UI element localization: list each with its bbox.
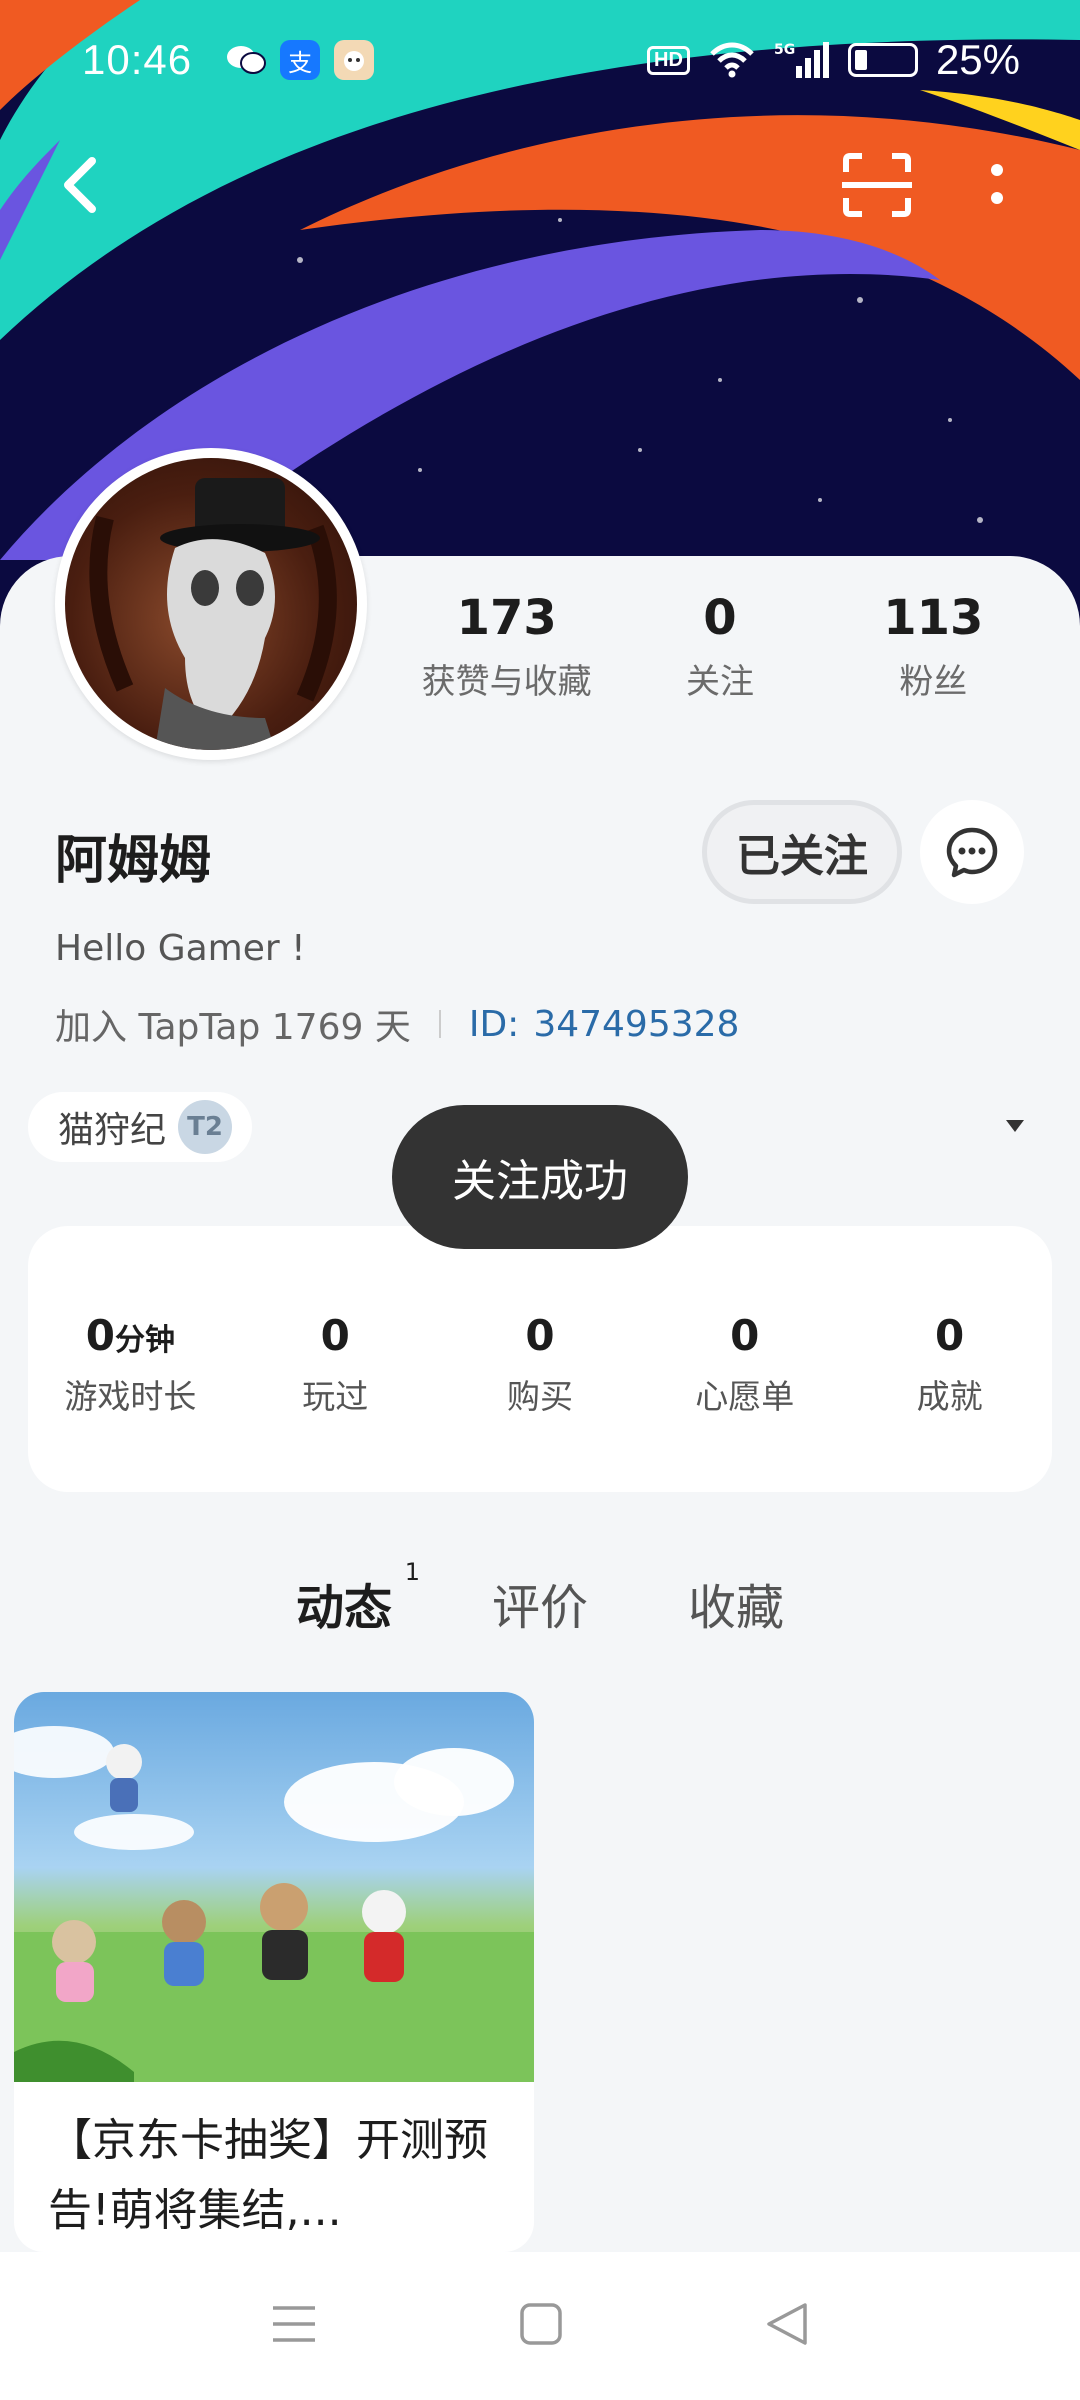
gstat-wishlist-label: 心愿单 [695, 1376, 795, 1416]
toast-message: 关注成功 [392, 1105, 688, 1249]
meta-divider [438, 1010, 441, 1038]
user-id-label: ID: [468, 1003, 520, 1045]
home-square-icon [520, 2303, 562, 2345]
gstat-achievements-label: 成就 [916, 1376, 983, 1416]
gstat-played-value: 0 [320, 1310, 350, 1360]
tab-reviews-label: 评价 [491, 1580, 588, 1636]
hd-icon: HD [647, 45, 690, 75]
profile-stats: 173 获赞与收藏 0 关注 113 粉丝 [400, 590, 1040, 703]
gstat-played-label: 玩过 [302, 1376, 369, 1416]
gstat-played[interactable]: 0 玩过 [233, 1311, 438, 1418]
gstat-wishlist[interactable]: 0 心愿单 [642, 1311, 847, 1418]
stat-following-label: 关注 [685, 662, 754, 702]
game-tag-chip[interactable]: 猫狩纪 T2 [28, 1092, 253, 1162]
tab-favorites[interactable]: 收藏 [638, 1568, 834, 1638]
tab-moments[interactable]: 动态 1 [246, 1558, 442, 1638]
stat-followers[interactable]: 113 粉丝 [827, 590, 1040, 703]
stat-likes[interactable]: 173 获赞与收藏 [400, 590, 613, 703]
svg-text:5G: 5G [774, 42, 795, 58]
game-tag-label: 猫狩纪 [58, 1110, 167, 1151]
gstat-playtime[interactable]: 0分钟 游戏时长 [28, 1311, 233, 1418]
menu-button[interactable] [271, 2304, 317, 2348]
wechat-icon [226, 40, 267, 80]
message-button[interactable] [920, 800, 1024, 904]
user-id-value: 347495328 [533, 1003, 740, 1045]
alipay-icon: 支 [280, 40, 321, 80]
dropdown-caret-icon[interactable] [1006, 1120, 1024, 1132]
system-nav-bar [0, 2252, 1080, 2400]
back-button[interactable] [36, 140, 126, 230]
gstat-playtime-label: 游戏时长 [64, 1376, 197, 1416]
profile-bio: Hello Gamer ! [55, 928, 306, 969]
gstat-purchased-label: 购买 [506, 1376, 573, 1416]
level-badge-icon: T2 [178, 1100, 233, 1154]
status-time: 10:46 [82, 36, 193, 83]
app-icon [334, 40, 375, 80]
stat-likes-value: 173 [456, 590, 557, 646]
wifi-icon [710, 42, 754, 78]
more-button[interactable] [952, 140, 1042, 230]
battery-icon [847, 43, 918, 77]
stat-followers-value: 113 [883, 590, 984, 646]
scan-button[interactable] [832, 140, 922, 230]
notification-icons: 支 [226, 40, 375, 80]
stat-following[interactable]: 0 关注 [613, 590, 826, 703]
top-nav [0, 140, 1080, 240]
menu-icon [273, 2306, 315, 2342]
avatar[interactable] [55, 448, 367, 760]
battery-percent: 25% [935, 36, 1020, 83]
post-card[interactable]: 【京东卡抽奖】开测预告!萌将集结,... [14, 1692, 534, 2252]
back-triangle-icon [767, 2303, 807, 2345]
gstat-playtime-value: 0分钟 [85, 1310, 176, 1360]
tab-reviews[interactable]: 评价 [442, 1568, 638, 1638]
profile-meta: 加入 TapTap 1769 天 ID: 347495328 [55, 998, 739, 1050]
stat-followers-label: 粉丝 [899, 662, 968, 702]
gstat-achievements[interactable]: 0 成就 [847, 1311, 1052, 1418]
join-days: 加入 TapTap 1769 天 [55, 1007, 411, 1048]
signal-icon: 5G [774, 42, 829, 78]
gstat-purchased[interactable]: 0 购买 [438, 1311, 643, 1418]
username: 阿姆姆 [55, 831, 212, 891]
tab-moments-count: 1 [404, 1558, 420, 1586]
gstat-achievements-value: 0 [934, 1310, 965, 1360]
stat-likes-label: 获赞与收藏 [421, 662, 592, 702]
scan-icon [842, 153, 912, 217]
gstat-wishlist-value: 0 [730, 1310, 760, 1360]
status-right: HD 5G 25% [647, 36, 1020, 84]
user-id[interactable]: ID: 347495328 [469, 1004, 740, 1045]
content-tabs: 动态 1 评价 收藏 [0, 1558, 1080, 1638]
following-button[interactable]: 已关注 [702, 800, 902, 904]
post-image [14, 1692, 534, 2082]
game-stats-card: 0分钟 游戏时长 0 玩过 0 购买 0 心愿单 0 成就 [28, 1226, 1052, 1492]
chat-icon [946, 827, 998, 878]
back-nav-button[interactable] [765, 2301, 809, 2351]
back-arrow-icon [64, 157, 96, 213]
tab-favorites-label: 收藏 [688, 1580, 785, 1636]
tab-moments-label: 动态 [295, 1580, 392, 1636]
home-button[interactable] [519, 2302, 563, 2350]
gstat-purchased-value: 0 [525, 1310, 555, 1360]
more-vertical-icon [991, 164, 1003, 204]
stat-following-value: 0 [703, 590, 737, 646]
avatar-image [65, 458, 357, 750]
post-title: 【京东卡抽奖】开测预告!萌将集结,... [48, 2115, 488, 2236]
status-bar: 10:46 支 HD 5G 25% [0, 0, 1080, 120]
